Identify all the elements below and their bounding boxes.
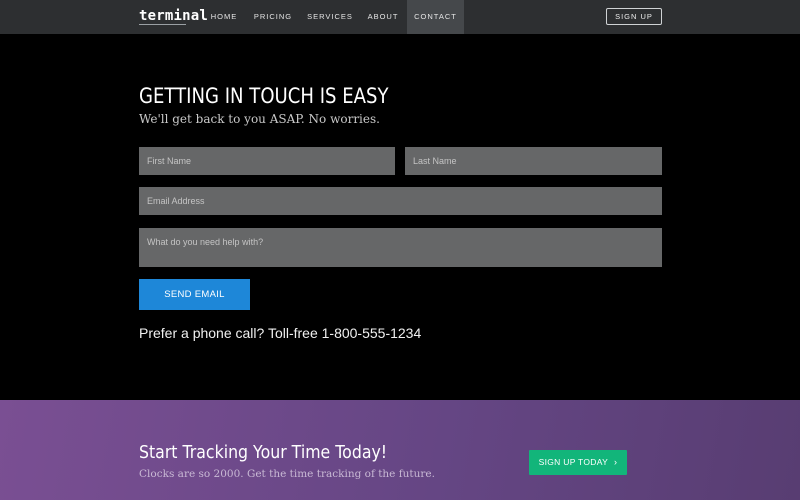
message-textarea[interactable] xyxy=(139,228,662,267)
email-input[interactable] xyxy=(139,187,662,215)
cta-label: SIGN UP TODAY xyxy=(538,457,609,467)
nav-item-contact[interactable]: CONTACT xyxy=(407,0,464,34)
top-nav: terminal HOME PRICING SERVICES ABOUT CON… xyxy=(0,0,800,34)
nav-item-services[interactable]: SERVICES xyxy=(304,0,356,34)
banner-subtitle: Clocks are so 2000. Get the time trackin… xyxy=(139,468,435,480)
sign-up-today-button[interactable]: SIGN UP TODAY › xyxy=(529,450,627,475)
last-name-input[interactable] xyxy=(405,147,662,175)
banner-title: Start Tracking Your Time Today! xyxy=(139,443,388,463)
first-name-input[interactable] xyxy=(139,147,395,175)
nav-item-about[interactable]: ABOUT xyxy=(364,0,402,34)
sign-up-button[interactable]: SIGN UP xyxy=(606,8,662,25)
nav-item-pricing[interactable]: PRICING xyxy=(250,0,296,34)
logo-underline xyxy=(139,24,186,25)
cta-banner xyxy=(0,400,800,500)
phone-callout: Prefer a phone call? Toll-free 1-800-555… xyxy=(139,325,422,341)
page-title: GETTING IN TOUCH IS EASY xyxy=(139,84,389,108)
nav-item-home[interactable]: HOME xyxy=(204,0,244,34)
send-email-button[interactable]: SEND EMAIL xyxy=(139,279,250,310)
page-subtitle: We'll get back to you ASAP. No worries. xyxy=(139,112,380,126)
chevron-right-icon: › xyxy=(614,457,618,467)
logo[interactable]: terminal xyxy=(139,8,208,24)
